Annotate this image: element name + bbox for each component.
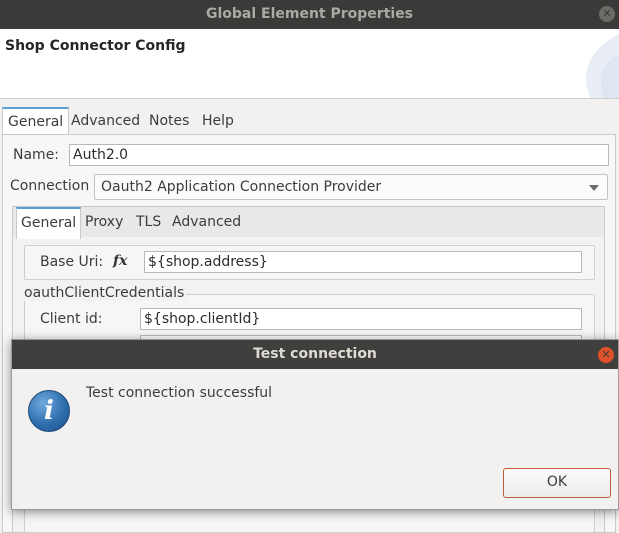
window-title: Global Element Properties [205, 6, 414, 22]
connection-select[interactable]: Oauth2 Application Connection Provider [94, 174, 608, 200]
inner-tabbar: General Proxy TLS Advanced [13, 207, 604, 239]
tab-advanced[interactable]: Advanced [66, 107, 145, 135]
client-id-input[interactable]: ${shop.clientId} [140, 308, 582, 330]
window-titlebar: Global Element Properties ✕ [0, 0, 619, 29]
dialog-title: Test connection [253, 346, 377, 362]
dialog-message: Test connection successful [86, 385, 273, 401]
close-icon[interactable]: ✕ [598, 347, 614, 363]
tab-general[interactable]: General [2, 107, 70, 137]
ok-button[interactable]: OK [503, 468, 611, 498]
test-connection-dialog: Test connection ✕ i Test connection succ… [11, 339, 619, 510]
inner-tab-tls[interactable]: TLS [132, 207, 165, 237]
page-title: Shop Connector Config [5, 38, 186, 54]
base-uri-label: Base Uri: [40, 254, 104, 270]
config-header: Shop Connector Config [0, 29, 619, 99]
inner-tab-proxy[interactable]: Proxy [81, 207, 127, 237]
window-close-icon[interactable]: ✕ [599, 6, 615, 22]
fx-icon[interactable]: fx [113, 253, 127, 269]
connection-label: Connection [10, 178, 90, 194]
client-id-label: Client id: [40, 311, 103, 327]
name-input[interactable]: Auth2.0 [69, 144, 609, 166]
dialog-titlebar: Test connection ✕ [12, 340, 618, 369]
credentials-group-label: oauthClientCredentials [22, 285, 187, 301]
chevron-down-icon [589, 185, 599, 191]
inner-tab-general[interactable]: General [16, 207, 82, 239]
info-icon: i [28, 390, 70, 432]
name-label: Name: [13, 147, 60, 163]
tab-notes[interactable]: Notes [144, 107, 194, 135]
connection-select-value: Oauth2 Application Connection Provider [101, 179, 382, 195]
main-tabbar: General Advanced Notes Help [2, 107, 616, 137]
base-uri-input[interactable]: ${shop.address} [144, 251, 582, 273]
header-decoration-icon [586, 34, 619, 98]
tab-help[interactable]: Help [197, 107, 239, 135]
inner-tab-advanced[interactable]: Advanced [168, 207, 245, 237]
